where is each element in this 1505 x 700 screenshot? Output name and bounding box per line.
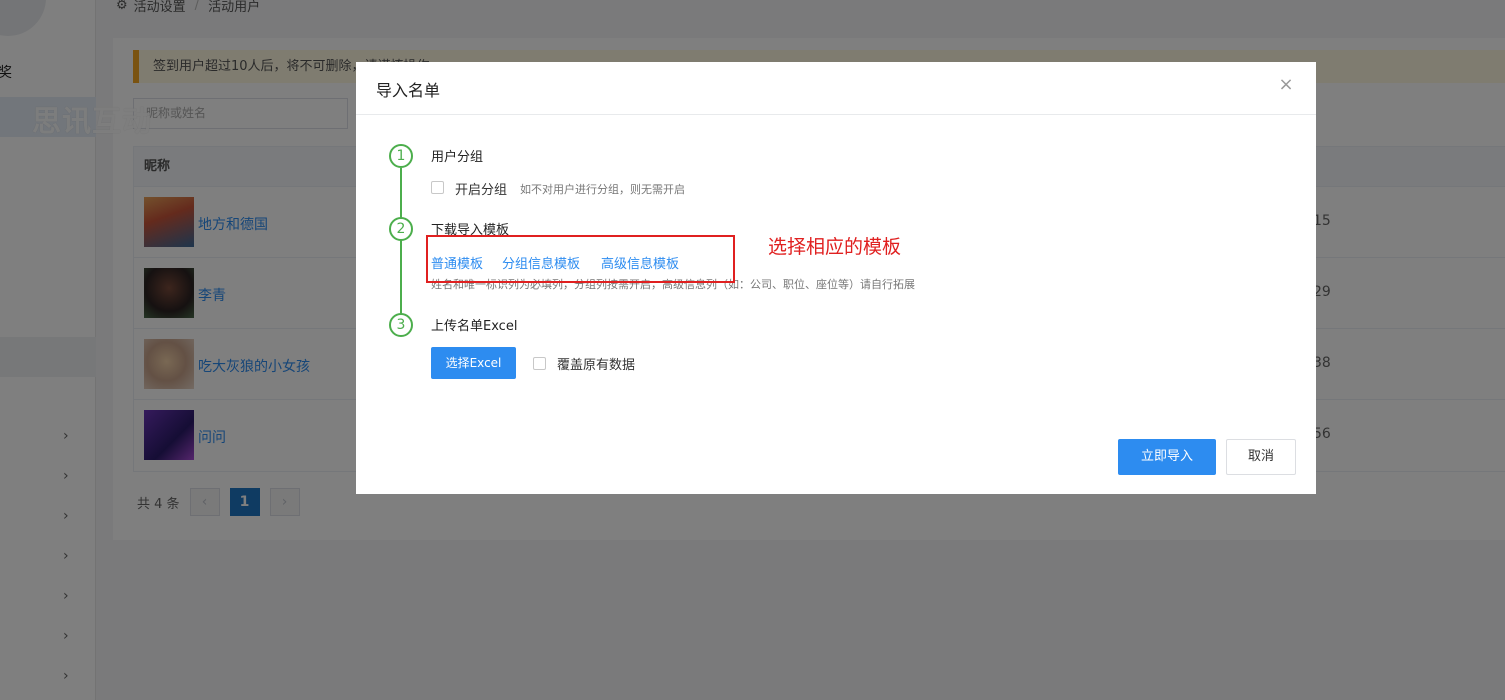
group-hint: 如不对用户进行分组，则无需开启 — [520, 183, 685, 196]
select-excel-button[interactable]: 选择Excel — [431, 347, 516, 379]
step-title: 用户分组 — [431, 150, 484, 165]
overwrite-checkbox[interactable] — [533, 357, 546, 370]
step-connector — [400, 168, 402, 318]
annotation-box — [426, 235, 735, 283]
modal-title: 导入名单 — [376, 81, 441, 100]
step-number: 3 — [389, 313, 413, 337]
annotation-text: 选择相应的模板 — [768, 236, 902, 258]
step-number: 1 — [389, 144, 413, 168]
cancel-button[interactable]: 取消 — [1226, 439, 1296, 475]
import-list-modal: 导入名单 × 1 用户分组 开启分组 如不对用户进行分组，则无需开启 2 下载导… — [356, 62, 1316, 494]
modal-header: 导入名单 × — [356, 62, 1316, 115]
step-number: 2 — [389, 217, 413, 241]
import-now-button[interactable]: 立即导入 — [1118, 439, 1216, 475]
enable-group-label[interactable]: 开启分组 — [455, 179, 507, 198]
close-icon[interactable]: × — [1278, 76, 1294, 94]
enable-group-checkbox[interactable] — [431, 181, 444, 194]
overwrite-label[interactable]: 覆盖原有数据 — [557, 354, 635, 373]
step-title: 上传名单Excel — [431, 319, 518, 334]
